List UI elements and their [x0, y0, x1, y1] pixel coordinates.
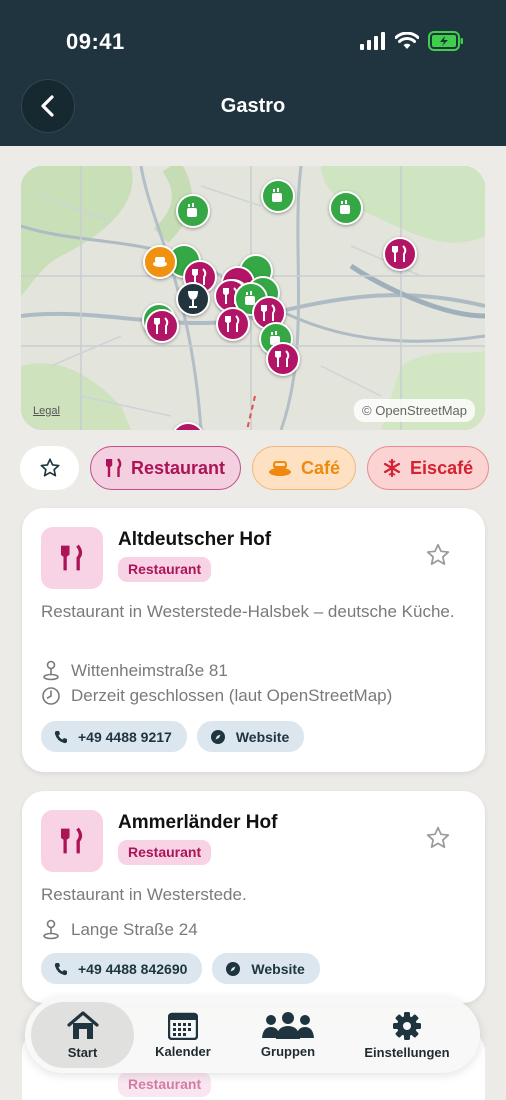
website-label: Website: [251, 960, 305, 977]
calendar-icon: [168, 1012, 198, 1040]
filter-cafe-label: Café: [301, 457, 341, 478]
filter-cafe[interactable]: Café: [252, 446, 357, 490]
filter-restaurant-label: Restaurant: [131, 457, 226, 478]
cafe-marker[interactable]: [329, 191, 363, 225]
fork-knife-icon: [106, 458, 122, 477]
phone-number: +49 4488 9217: [78, 728, 172, 745]
tab-start-label: Start: [67, 1044, 98, 1060]
star-outline-icon: [426, 543, 450, 565]
group-icon: [262, 1011, 314, 1039]
restaurant-marker[interactable]: [266, 342, 300, 376]
favorites-filter[interactable]: [20, 446, 79, 490]
category-filters: Restaurant Café Eiscafé: [20, 446, 490, 490]
address-text: Lange Straße 24: [71, 920, 198, 939]
category-tag: Restaurant: [118, 1072, 212, 1097]
call-button[interactable]: +49 4488 842690: [41, 953, 203, 984]
map-view[interactable]: Legal © OpenStreetMap: [21, 166, 485, 430]
cafe-marker[interactable]: [143, 245, 177, 279]
signal-icon: [360, 32, 385, 50]
map-legal-link[interactable]: Legal: [33, 405, 60, 417]
cafe-marker[interactable]: [176, 194, 210, 228]
tab-gruppen[interactable]: Gruppen: [241, 1002, 335, 1068]
cafe-marker[interactable]: [261, 179, 295, 213]
place-card[interactable]: Altdeutscher Hof Restaurant Restaurant i…: [22, 508, 485, 772]
category-tag: Restaurant: [118, 840, 212, 865]
favorite-button[interactable]: [425, 542, 451, 573]
status-icons: [360, 30, 464, 52]
filter-eiscafe-label: Eiscafé: [410, 457, 474, 478]
tab-einstellungen-label: Einstellungen: [364, 1044, 450, 1060]
map-attribution[interactable]: © OpenStreetMap: [354, 399, 475, 422]
website-label: Website: [235, 728, 290, 745]
call-button[interactable]: +49 4488 9217: [41, 721, 187, 752]
category-tag: Restaurant: [118, 557, 212, 582]
bottom-tab-bar: Start Kalender Gruppen Einstellungen: [25, 997, 480, 1073]
page-title: Gastro: [220, 95, 286, 117]
restaurant-marker[interactable]: [145, 309, 179, 343]
star-outline-icon: [39, 458, 60, 477]
phone-number: +49 4488 842690: [78, 960, 188, 977]
tab-kalender[interactable]: Kalender: [137, 1002, 229, 1068]
tab-start[interactable]: Start: [31, 1002, 134, 1068]
tab-gruppen-label: Gruppen: [260, 1043, 316, 1059]
hours-text: Derzeit geschlossen (laut OpenStreetMap): [71, 686, 393, 705]
card-actions: +49 4488 842690 Website: [41, 953, 320, 984]
filter-restaurant[interactable]: Restaurant: [90, 446, 242, 490]
website-button[interactable]: Website: [196, 721, 305, 752]
star-outline-icon: [426, 826, 450, 848]
restaurant-category-icon: [41, 527, 103, 589]
clock-icon: [42, 687, 60, 705]
snowflake-icon: [383, 459, 401, 477]
address-text: Wittenheimstraße 81: [71, 661, 228, 680]
place-name: Altdeutscher Hof: [118, 529, 272, 550]
tab-einstellungen[interactable]: Einstellungen: [355, 1002, 459, 1068]
phone-icon: [54, 730, 67, 743]
address-row: Wittenheimstraße 81: [41, 660, 228, 682]
address-row: Lange Straße 24: [41, 919, 198, 941]
status-time: 09:41: [66, 29, 125, 54]
restaurant-marker[interactable]: [216, 307, 250, 341]
restaurant-marker[interactable]: [383, 237, 417, 271]
restaurant-category-icon: [41, 810, 103, 872]
gear-icon: [393, 1011, 421, 1040]
app-header: 09:41 Gastro: [0, 0, 506, 430]
place-description: Restaurant in Westerstede.: [41, 885, 247, 904]
place-card[interactable]: Ammerländer Hof Restaurant Restaurant in…: [22, 791, 485, 1003]
coffee-cup-icon: [269, 461, 292, 476]
website-button[interactable]: Website: [212, 953, 320, 984]
fork-knife-icon: [61, 827, 83, 854]
place-description: Restaurant in Westerstede-Halsbek – deut…: [41, 602, 455, 621]
bar-marker[interactable]: [176, 282, 210, 316]
hours-row: Derzeit geschlossen (laut OpenStreetMap): [41, 686, 392, 706]
filter-eiscafe[interactable]: Eiscafé: [367, 446, 490, 490]
place-name: Ammerländer Hof: [118, 812, 278, 833]
location-pin-icon: [43, 919, 59, 940]
compass-icon: [226, 961, 241, 976]
favorite-button[interactable]: [425, 825, 451, 856]
phone-icon: [54, 962, 67, 975]
compass-icon: [210, 729, 225, 744]
wifi-icon: [395, 32, 419, 49]
location-pin-icon: [43, 660, 59, 681]
card-actions: +49 4488 9217 Website: [41, 721, 305, 752]
fork-knife-icon: [61, 544, 83, 571]
battery-icon: [428, 31, 463, 51]
home-icon: [66, 1010, 99, 1039]
tab-kalender-label: Kalender: [155, 1043, 211, 1059]
